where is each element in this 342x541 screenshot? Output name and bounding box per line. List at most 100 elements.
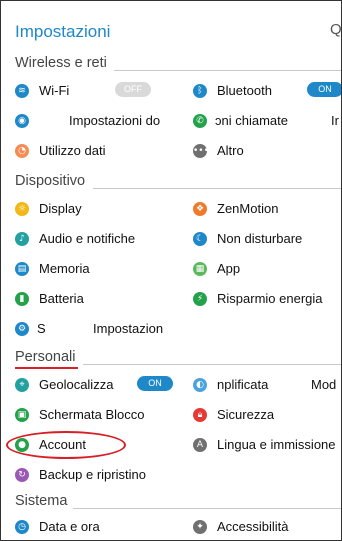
altro-label: Altro [217, 143, 244, 158]
accessibility-icon: ✦ [193, 520, 207, 534]
backup-icon: ↻ [15, 468, 29, 482]
calls-item[interactable]: ✆ ɔni chiamate Ir [193, 107, 341, 135]
data-usage-icon: ◔ [15, 144, 29, 158]
accessibility-label: Accessibilità [217, 519, 289, 534]
moon-icon: ☾ [193, 232, 207, 246]
app-item[interactable]: ▦ App [193, 255, 341, 283]
impostazioni-do-label: Impostazioni do [69, 113, 161, 128]
annotation-underline [15, 367, 78, 369]
row-backup: ↻ Backup e ripristino [1, 461, 341, 489]
section-device: Dispositivo [1, 171, 341, 195]
wifi-icon: ≋ [15, 84, 29, 98]
location-toggle[interactable]: ON [137, 376, 173, 391]
section-personal: Personali [1, 347, 341, 371]
lockscreen-label: Schermata Blocco [39, 407, 145, 422]
wifi-item[interactable]: ≋ Wi-Fi OFF [15, 77, 175, 105]
memory-item[interactable]: ▤ Memoria [15, 255, 175, 283]
bluetooth-label: Bluetooth [217, 83, 272, 98]
mode-cut-label: Mod [311, 377, 337, 392]
clock-icon: ◷ [15, 520, 29, 534]
zenmotion-label: ZenMotion [217, 201, 279, 216]
backup-item[interactable]: ↻ Backup e ripristino [15, 461, 175, 489]
simplified-mode-label: nplificata [217, 377, 269, 392]
impostazion-label: Impostazion [93, 321, 164, 336]
display-item[interactable]: ☼ Display [15, 195, 175, 223]
audio-label: Audio e notifiche [39, 231, 136, 246]
row-date-accessibility: ◷ Data e ora ✦ Accessibilità [1, 513, 341, 540]
dnd-item[interactable]: ☾ Non disturbare [193, 225, 341, 253]
impostazioni-do-item[interactable]: ◉ Impostazioni do [15, 107, 175, 135]
date-time-label: Data e ora [39, 519, 100, 534]
row-audio-dnd: ♪ Audio e notifiche ☾ Non disturbare [1, 225, 341, 253]
power-saving-label: Risparmio energia [217, 291, 323, 306]
language-item[interactable]: A Lingua e immissione [193, 431, 341, 459]
s-label: S [37, 321, 46, 336]
memory-label: Memoria [39, 261, 90, 276]
apps-icon: ▦ [193, 262, 207, 276]
row-battery-power: ▮ Batteria ⚡ Risparmio energia [1, 285, 341, 313]
more-icon: ••• [193, 144, 209, 158]
dnd-label: Non disturbare [217, 231, 303, 246]
power-saving-item[interactable]: ⚡ Risparmio energia [193, 285, 341, 313]
section-label: Dispositivo [15, 173, 86, 189]
bluetooth-icon: ᛒ [193, 84, 207, 98]
app-label: App [217, 261, 241, 276]
language-icon: A [193, 438, 207, 452]
altro-item[interactable]: ••• Altro [193, 137, 341, 165]
location-label: Geolocalizza [39, 377, 114, 392]
battery-label: Batteria [39, 291, 84, 306]
section-wireless: Wireless e reti [1, 53, 341, 77]
row-custom-settings: ⚙ S Impostazion [1, 315, 341, 343]
settings-icon: ⚙ [15, 322, 29, 336]
calls-cut-label: Ir [331, 113, 339, 128]
lockscreen-item[interactable]: ▣ Schermata Blocco [15, 401, 175, 429]
row-display-zenmotion: ☼ Display ❖ ZenMotion [1, 195, 341, 223]
section-divider [83, 364, 341, 365]
row-wifi-bluetooth: ≋ Wi-Fi OFF ᛒ Bluetooth ON [1, 77, 341, 105]
accessibility-item[interactable]: ✦ Accessibilità [193, 513, 341, 540]
wifi-label: Wi-Fi [39, 83, 70, 98]
data-usage-label: Utilizzo dati [39, 143, 106, 158]
settings-screen: Impostazioni Q Wireless e reti ≋ Wi-Fi O… [0, 0, 342, 541]
sound-icon: ♪ [15, 232, 29, 246]
security-item[interactable]: 🔒︎ Sicurezza [193, 401, 341, 429]
section-label: Sistema [15, 493, 68, 509]
display-label: Display [39, 201, 82, 216]
security-label: Sicurezza [217, 407, 275, 422]
location-item[interactable]: ⌖ Geolocalizza ON [15, 371, 175, 399]
annotation-circle [6, 431, 126, 459]
section-label: Wireless e reti [15, 55, 107, 71]
simplified-mode-item[interactable]: ◐ nplificata Mod [193, 371, 341, 399]
lockscreen-icon: ▣ [15, 408, 29, 422]
date-time-item[interactable]: ◷ Data e ora [15, 513, 175, 540]
wifi-toggle[interactable]: OFF [115, 82, 151, 97]
zenmotion-item[interactable]: ❖ ZenMotion [193, 195, 341, 223]
tethering-icon: ◉ [15, 114, 29, 128]
row-data-altro: ◔ Utilizzo dati ••• Altro [1, 137, 341, 165]
battery-icon: ▮ [15, 292, 29, 306]
section-divider [93, 188, 341, 189]
row-tethering-calls: ◉ Impostazioni do ✆ ɔni chiamate Ir [1, 107, 341, 135]
search-icon[interactable]: Q [330, 21, 341, 38]
bluetooth-item[interactable]: ᛒ Bluetooth ON [193, 77, 341, 105]
battery-item[interactable]: ▮ Batteria [15, 285, 175, 313]
section-label: Personali [15, 349, 76, 365]
power-saving-icon: ⚡ [193, 292, 207, 306]
row-location-simplified: ⌖ Geolocalizza ON ◐ nplificata Mod [1, 371, 341, 399]
language-label: Lingua e immissione [217, 437, 336, 452]
backup-label: Backup e ripristino [39, 467, 146, 482]
header: Impostazioni Q [1, 1, 341, 51]
data-usage-item[interactable]: ◔ Utilizzo dati [15, 137, 175, 165]
page-title: Impostazioni [15, 22, 111, 41]
storage-icon: ▤ [15, 262, 29, 276]
audio-item[interactable]: ♪ Audio e notifiche [15, 225, 175, 253]
section-divider [73, 508, 341, 509]
zenmotion-icon: ❖ [193, 202, 207, 216]
row-lockscreen-security: ▣ Schermata Blocco 🔒︎ Sicurezza [1, 401, 341, 429]
simplified-mode-icon: ◐ [193, 378, 207, 392]
lock-icon: 🔒︎ [193, 408, 207, 422]
display-icon: ☼ [15, 202, 29, 216]
custom-settings-item[interactable]: ⚙ S Impostazion [15, 315, 175, 343]
section-divider [114, 70, 341, 71]
bluetooth-toggle[interactable]: ON [307, 82, 341, 97]
